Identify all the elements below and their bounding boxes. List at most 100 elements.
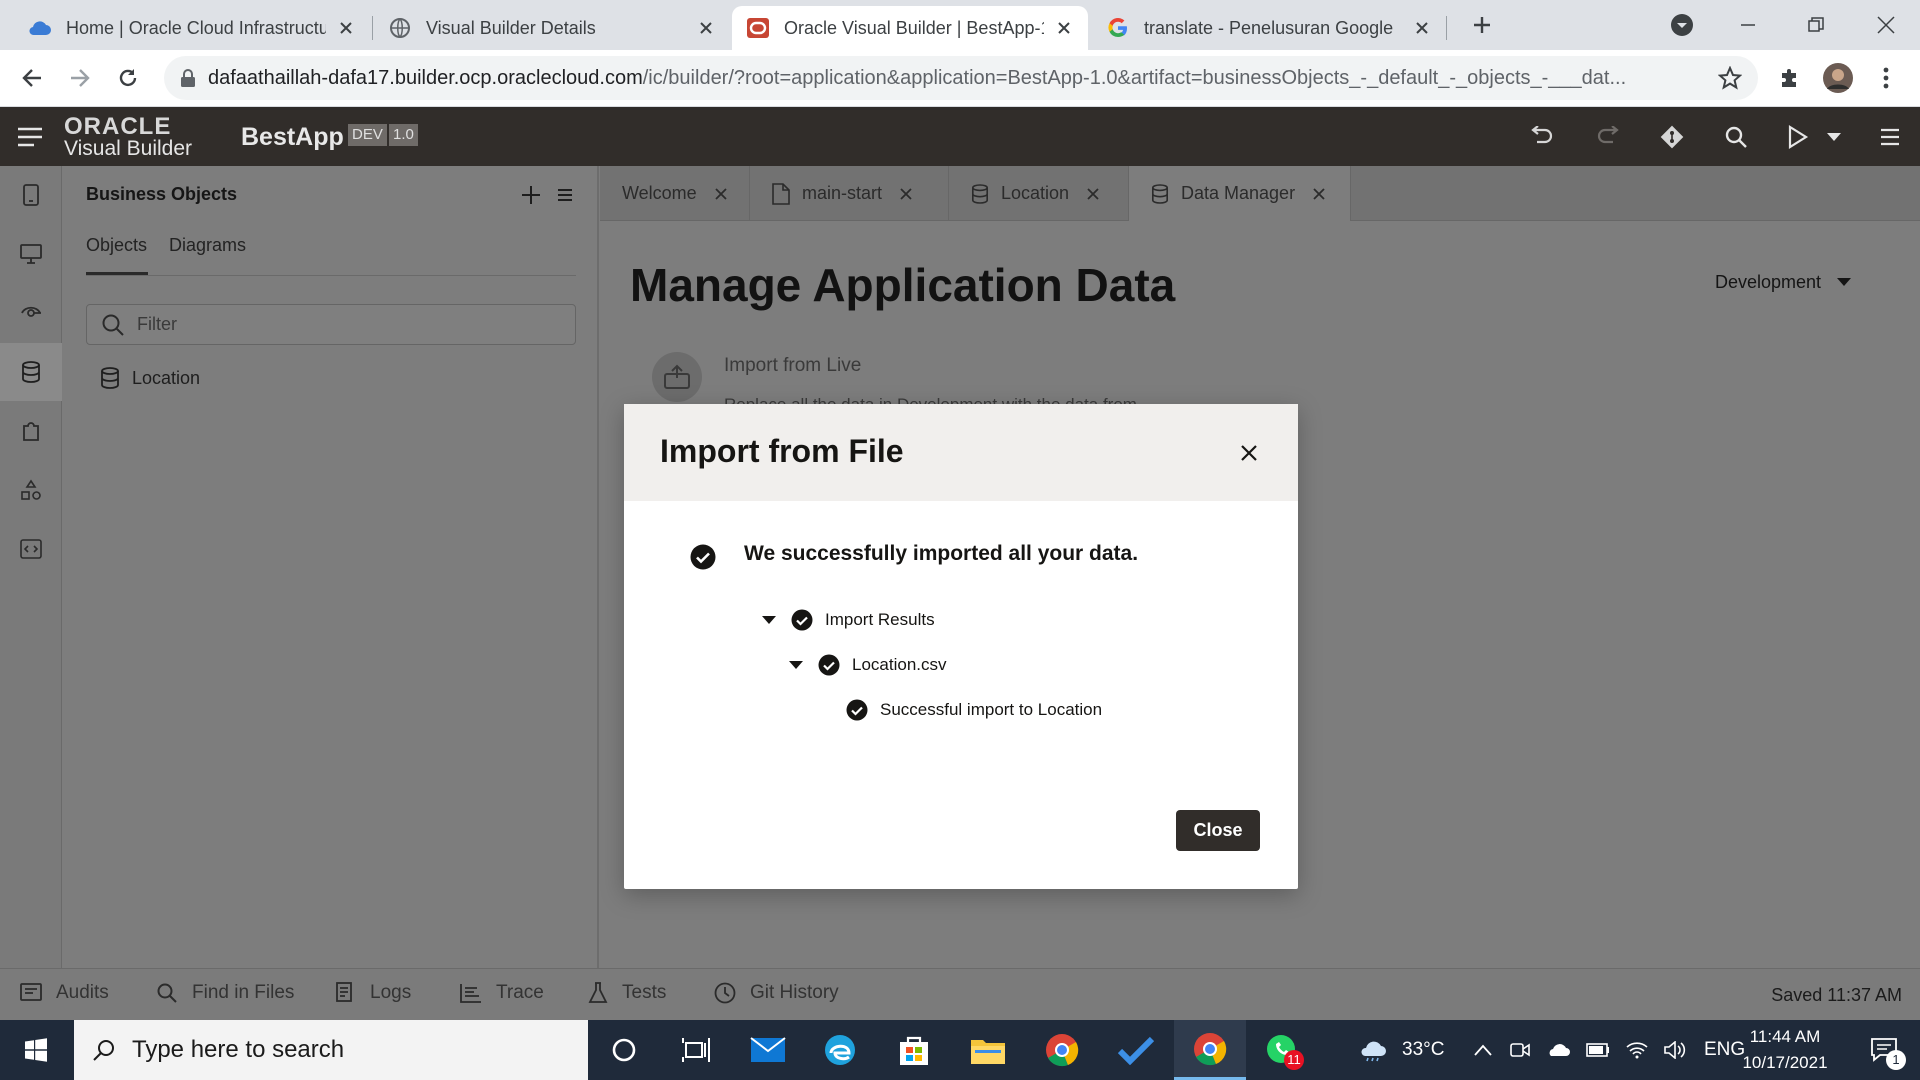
expand-results-toggle[interactable] — [761, 612, 777, 628]
profile-avatar[interactable] — [1820, 60, 1856, 96]
tab-location[interactable]: Location — [949, 166, 1129, 221]
plus-icon — [522, 186, 540, 204]
run-button[interactable] — [1782, 121, 1814, 153]
taskbar-todo[interactable] — [1100, 1020, 1172, 1080]
rail-web-apps[interactable] — [0, 225, 62, 283]
filter-field[interactable] — [86, 304, 576, 345]
url-text[interactable]: dafaathaillah-dafa17.builder.ocp.oraclec… — [208, 67, 1728, 90]
kebab-icon — [1883, 67, 1889, 89]
search-icon — [157, 983, 177, 1003]
browser-tab-vb-details[interactable]: Visual Builder Details — [374, 6, 730, 50]
rail-source[interactable] — [0, 520, 62, 578]
close-button[interactable]: Close — [1176, 810, 1260, 851]
logs-button[interactable]: Logs — [336, 982, 411, 1004]
reload-button[interactable] — [110, 60, 146, 96]
notification-center-button[interactable]: 1 — [1848, 1020, 1920, 1080]
hamburger-menu-button[interactable] — [14, 121, 46, 153]
start-button[interactable] — [0, 1020, 72, 1080]
business-object-item[interactable]: Location — [100, 363, 200, 393]
cloud-icon — [1361, 1041, 1386, 1062]
add-business-object-button[interactable] — [518, 182, 544, 208]
trace-label: Trace — [496, 982, 544, 1003]
undo-button[interactable] — [1526, 121, 1558, 153]
close-icon — [715, 187, 727, 200]
taskbar-store[interactable] — [878, 1020, 950, 1080]
rail-services[interactable] — [0, 284, 62, 342]
taskbar-edge[interactable] — [804, 1020, 876, 1080]
rail-mobile-apps[interactable] — [0, 166, 62, 224]
browser-menu-button[interactable] — [1868, 60, 1904, 96]
chrome-icon — [1194, 1032, 1227, 1065]
hamburger-icon — [558, 189, 572, 201]
tab-welcome[interactable]: Welcome — [600, 166, 750, 221]
tab-objects[interactable]: Objects — [86, 235, 147, 256]
extensions-button[interactable] — [1772, 60, 1808, 96]
close-icon — [900, 187, 912, 200]
redo-button[interactable] — [1592, 121, 1624, 153]
whatsapp-badge: 11 — [1284, 1050, 1304, 1070]
vb-menu-button[interactable] — [1874, 121, 1906, 153]
tray-icons: ENG — [1474, 1020, 1745, 1080]
close-icon[interactable] — [1054, 18, 1074, 38]
search-icon — [93, 1040, 114, 1061]
omnibox[interactable]: dafaathaillah-dafa17.builder.ocp.oraclec… — [164, 56, 1758, 100]
taskbar-clock[interactable]: 11:44 AM 10/17/2021 — [1740, 1024, 1830, 1076]
expand-file-toggle[interactable] — [788, 657, 804, 673]
minimize-button[interactable] — [1728, 8, 1768, 42]
tree-item-file: Location.csv — [852, 655, 947, 674]
tab-main-start[interactable]: main-start — [750, 166, 949, 221]
tab-diagrams[interactable]: Diagrams — [169, 235, 246, 256]
close-icon[interactable] — [336, 18, 356, 38]
git-button[interactable] — [1656, 121, 1688, 153]
window-close-button[interactable] — [1866, 8, 1906, 42]
wifi-icon — [1626, 1042, 1648, 1059]
forward-button[interactable] — [62, 60, 98, 96]
rail-components[interactable] — [0, 402, 62, 460]
restore-button[interactable] — [1796, 8, 1836, 42]
environment-select[interactable]: Development — [1715, 272, 1852, 293]
taskbar-mail[interactable] — [732, 1020, 804, 1080]
close-icon[interactable] — [1412, 18, 1432, 38]
tab-search-button[interactable] — [1662, 8, 1702, 42]
dialog-close-button[interactable] — [1232, 436, 1266, 470]
windows-taskbar: Type here to search 11 33°C ENG 11:44 AM… — [0, 1020, 1920, 1080]
trace-button[interactable]: Trace — [460, 982, 544, 1004]
taskbar-search[interactable]: Type here to search — [74, 1020, 588, 1080]
rail-processes[interactable] — [0, 461, 62, 519]
browser-tab-google-translate[interactable]: translate - Penelusuran Google — [1092, 6, 1446, 50]
weather-widget[interactable]: 33°C — [1358, 1020, 1444, 1080]
hamburger-icon — [1881, 128, 1899, 146]
business-objects-panel: Business Objects Objects Diagrams Locati… — [62, 166, 599, 968]
task-view-button[interactable] — [660, 1020, 732, 1080]
search-button[interactable] — [1720, 121, 1752, 153]
git-history-button[interactable]: Git History — [714, 982, 839, 1004]
find-in-files-button[interactable]: Find in Files — [156, 982, 294, 1004]
close-icon — [1087, 187, 1099, 200]
vb-header: ORACLE Visual Builder BestApp DEV 1.0 — [0, 107, 1920, 166]
close-icon[interactable] — [696, 18, 716, 38]
browser-tab-oci-home[interactable]: Home | Oracle Cloud Infrastructu — [14, 6, 370, 50]
taskbar-explorer[interactable] — [952, 1020, 1024, 1080]
panel-menu-button[interactable] — [552, 182, 578, 208]
cortana-button[interactable] — [588, 1020, 660, 1080]
tab-data-manager[interactable]: Data Manager — [1129, 166, 1351, 221]
chrome-icon — [1046, 1034, 1079, 1067]
search-icon — [1725, 126, 1747, 148]
rail-business-objects[interactable] — [0, 343, 62, 401]
tests-button[interactable]: Tests — [588, 982, 666, 1004]
taskbar-chrome-active[interactable] — [1174, 1020, 1246, 1080]
new-tab-button[interactable] — [1462, 8, 1502, 42]
language-indicator[interactable]: ENG — [1704, 1039, 1745, 1061]
audits-button[interactable]: Audits — [20, 982, 109, 1004]
tab-divider — [86, 275, 576, 276]
import-icon — [652, 352, 702, 402]
taskbar-whatsapp[interactable]: 11 — [1246, 1020, 1318, 1080]
audits-label: Audits — [56, 982, 109, 1003]
search-icon — [102, 314, 124, 336]
browser-tab-visual-builder[interactable]: Oracle Visual Builder | BestApp-1 — [732, 6, 1088, 50]
back-button[interactable] — [14, 60, 50, 96]
browser-tab-title: Visual Builder Details — [426, 17, 596, 38]
taskbar-chrome[interactable] — [1026, 1020, 1098, 1080]
run-options-button[interactable] — [1818, 121, 1850, 153]
filter-input[interactable] — [137, 314, 557, 335]
